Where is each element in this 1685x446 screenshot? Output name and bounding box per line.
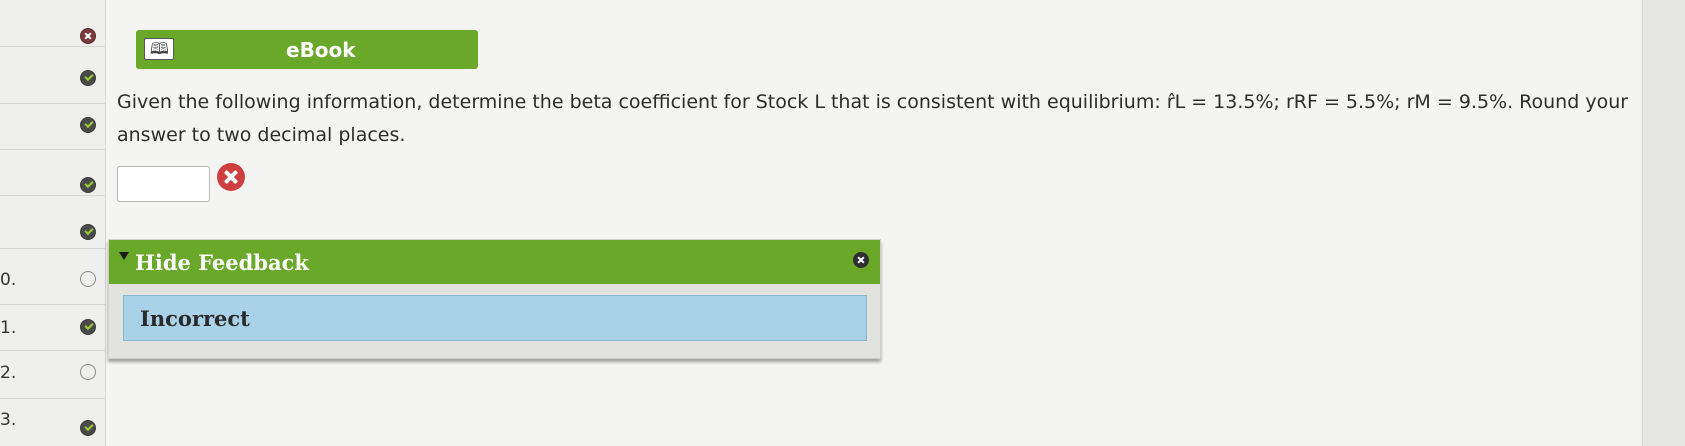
incorrect-icon [217,163,245,191]
question-number: 1. [0,318,17,338]
question-number: 3. [0,410,17,430]
ebook-button[interactable]: eBook [136,30,478,69]
question-row[interactable]: 0. [0,258,105,305]
incorrect-status-icon [80,28,96,44]
question-row[interactable] [0,149,105,196]
feedback-result: Incorrect [140,306,250,331]
unanswered-status-icon [80,364,96,380]
correct-status-icon [80,177,96,193]
question-row[interactable] [0,0,105,47]
question-row[interactable] [0,202,105,249]
question-number: 0. [0,270,17,290]
question-row[interactable]: 3. [0,400,105,446]
caret-down-icon [119,252,129,260]
correct-status-icon [80,117,96,133]
unanswered-status-icon [80,271,96,287]
correct-status-icon [80,420,96,436]
question-row[interactable] [0,57,105,104]
question-sidebar: 0. 1. 2. 3. [0,0,106,446]
book-icon [144,38,174,65]
close-icon[interactable] [853,252,869,268]
feedback-header[interactable]: Hide Feedback [109,240,880,284]
question-row[interactable]: 1. [0,304,105,351]
answer-input[interactable] [117,166,210,202]
feedback-panel: Hide Feedback Incorrect [108,239,881,359]
right-panel-edge [1642,0,1685,446]
hide-feedback-toggle[interactable]: Hide Feedback [135,250,309,275]
ebook-label: eBook [286,38,356,62]
correct-status-icon [80,70,96,86]
correct-status-icon [80,319,96,335]
question-row[interactable] [0,103,105,150]
question-number: 2. [0,363,17,383]
question-row[interactable]: 2. [0,352,105,399]
correct-status-icon [80,224,96,240]
question-text: Given the following information, determi… [117,91,1629,146]
feedback-result-box: Incorrect [123,295,867,341]
